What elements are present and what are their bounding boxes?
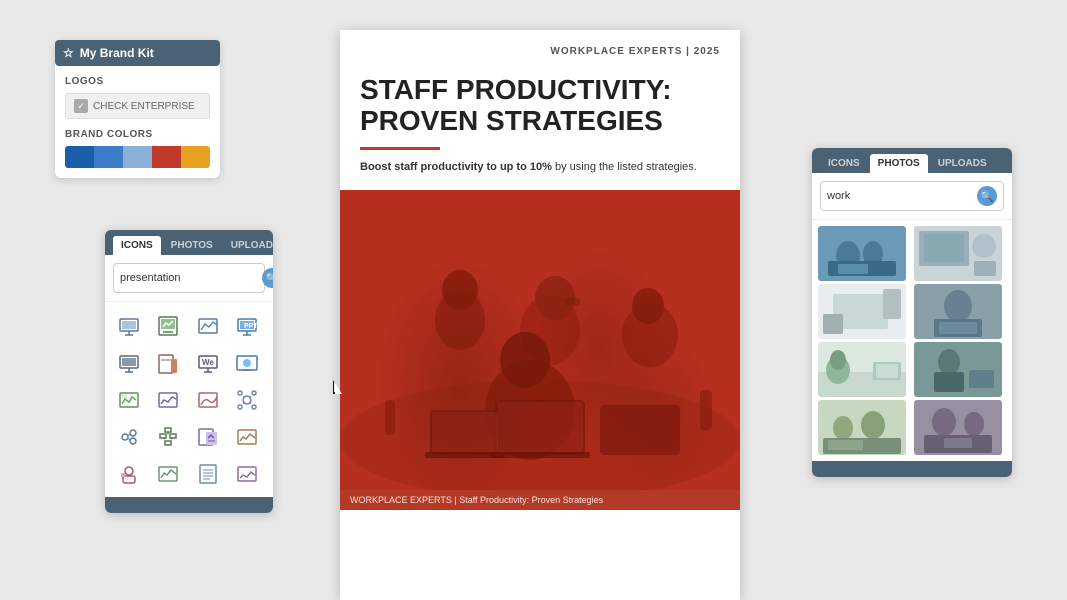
icon-cell[interactable]	[151, 456, 186, 491]
doc-brand-line: WORKPLACE EXPERTS | 2025	[360, 46, 720, 57]
icon-cell[interactable]	[151, 308, 186, 343]
icon-cell[interactable]	[230, 345, 265, 380]
doc-title: STAFF PRODUCTIVITY: PROVEN STRATEGIES	[360, 75, 720, 137]
photos-search-button[interactable]: 🔍	[977, 186, 997, 206]
main-document: WORKPLACE EXPERTS | 2025 STAFF PRODUCTIV…	[340, 30, 740, 600]
icons-panel-footer	[105, 497, 273, 513]
photos-search-box: 🔍	[820, 181, 1004, 211]
photos-panel: ICONS PHOTOS UPLOADS 🔍	[812, 148, 1012, 477]
icon-cell[interactable]	[190, 419, 225, 454]
color-swatch-2[interactable]	[94, 146, 123, 168]
icon-cell[interactable]	[190, 308, 225, 343]
cursor	[333, 380, 341, 394]
check-icon: ✓	[74, 99, 88, 113]
icon-cell[interactable]	[230, 382, 265, 417]
photos-grid	[812, 220, 1012, 461]
color-swatch-1[interactable]	[65, 146, 94, 168]
icon-cell[interactable]: We	[190, 345, 225, 380]
color-swatch-4[interactable]	[152, 146, 181, 168]
doc-header: WORKPLACE EXPERTS | 2025	[340, 30, 740, 65]
photo-thumb-7[interactable]	[818, 400, 906, 455]
photo-thumb-6[interactable]	[914, 342, 1002, 397]
tab-icons-photos-panel[interactable]: ICONS	[820, 154, 868, 173]
icons-panel: ICONS PHOTOS UPLOADS 🔍 PPT	[105, 230, 273, 513]
icon-cell[interactable]	[111, 419, 146, 454]
photos-panel-footer	[812, 461, 1012, 477]
color-swatch-3[interactable]	[123, 146, 152, 168]
check-enterprise-button[interactable]: ✓ CHECK ENTERPRISE	[65, 93, 210, 119]
icons-search-box: 🔍	[113, 263, 265, 293]
photo-thumb-3[interactable]	[818, 284, 906, 339]
photo-thumb-4[interactable]	[914, 284, 1002, 339]
photo-thumb-2[interactable]	[914, 226, 1002, 281]
brand-colors-section: BRAND COLORS	[65, 129, 210, 168]
brand-kit-title: My Brand Kit	[80, 46, 154, 60]
icons-panel-tabs: ICONS PHOTOS UPLOADS	[105, 230, 273, 255]
doc-image-bg: WORKPLACE EXPERTS | Staff Productivity: …	[340, 190, 740, 510]
icons-grid: PPT We	[105, 302, 273, 497]
color-swatches	[65, 146, 210, 168]
icon-cell[interactable]: PPT	[230, 308, 265, 343]
logos-section: LOGOS ✓ CHECK ENTERPRISE	[65, 76, 210, 119]
tab-uploads-photos-panel[interactable]: UPLOADS	[930, 154, 995, 173]
icon-cell[interactable]	[190, 382, 225, 417]
photos-search: 🔍	[812, 173, 1012, 220]
doc-title-line2: PROVEN STRATEGIES	[360, 106, 720, 137]
doc-subtitle: Boost staff productivity to up to 10% by…	[360, 160, 720, 175]
photo-thumb-5[interactable]	[818, 342, 906, 397]
doc-caption: WORKPLACE EXPERTS | Staff Productivity: …	[340, 490, 740, 510]
logos-label: LOGOS	[65, 76, 210, 87]
doc-title-section: STAFF PRODUCTIVITY: PROVEN STRATEGIES Bo…	[340, 65, 740, 190]
icon-cell[interactable]	[111, 308, 146, 343]
photo-thumb-8[interactable]	[914, 400, 1002, 455]
icon-cell[interactable]	[230, 456, 265, 491]
office-scene-svg	[340, 190, 740, 510]
tab-photos-photos-panel[interactable]: PHOTOS	[870, 154, 928, 173]
tab-icons[interactable]: ICONS	[113, 236, 161, 255]
icons-search-button[interactable]: 🔍	[262, 268, 273, 288]
icon-cell[interactable]	[190, 456, 225, 491]
svg-text:We: We	[202, 358, 214, 367]
search-icon: 🔍	[980, 190, 994, 203]
tab-uploads[interactable]: UPLOADS	[223, 236, 273, 255]
brand-colors-label: BRAND COLORS	[65, 129, 210, 140]
brand-kit-header: ☆ My Brand Kit	[55, 40, 220, 66]
search-icon: 🔍	[265, 272, 273, 285]
tab-photos[interactable]: PHOTOS	[163, 236, 221, 255]
svg-text:PPT: PPT	[244, 323, 258, 330]
icon-cell[interactable]	[151, 419, 186, 454]
doc-image-container: WORKPLACE EXPERTS | Staff Productivity: …	[340, 190, 740, 510]
icons-search: 🔍	[105, 255, 273, 302]
icon-cell[interactable]	[230, 419, 265, 454]
icon-cell[interactable]	[111, 382, 146, 417]
star-icon: ☆	[63, 46, 74, 60]
photo-thumb-1[interactable]	[818, 226, 906, 281]
photos-search-input[interactable]	[827, 190, 977, 202]
color-swatch-5[interactable]	[181, 146, 210, 168]
brand-kit-panel: ☆ My Brand Kit LOGOS ✓ CHECK ENTERPRISE …	[55, 40, 220, 178]
doc-divider	[360, 147, 440, 150]
icon-cell[interactable]	[151, 345, 186, 380]
check-enterprise-label: CHECK ENTERPRISE	[93, 101, 195, 112]
icon-cell[interactable]	[151, 382, 186, 417]
icon-cell[interactable]	[111, 456, 146, 491]
icons-search-input[interactable]	[120, 272, 262, 284]
doc-title-line1: STAFF PRODUCTIVITY:	[360, 75, 720, 106]
icon-cell[interactable]	[111, 345, 146, 380]
photos-panel-tabs: ICONS PHOTOS UPLOADS	[812, 148, 1012, 173]
